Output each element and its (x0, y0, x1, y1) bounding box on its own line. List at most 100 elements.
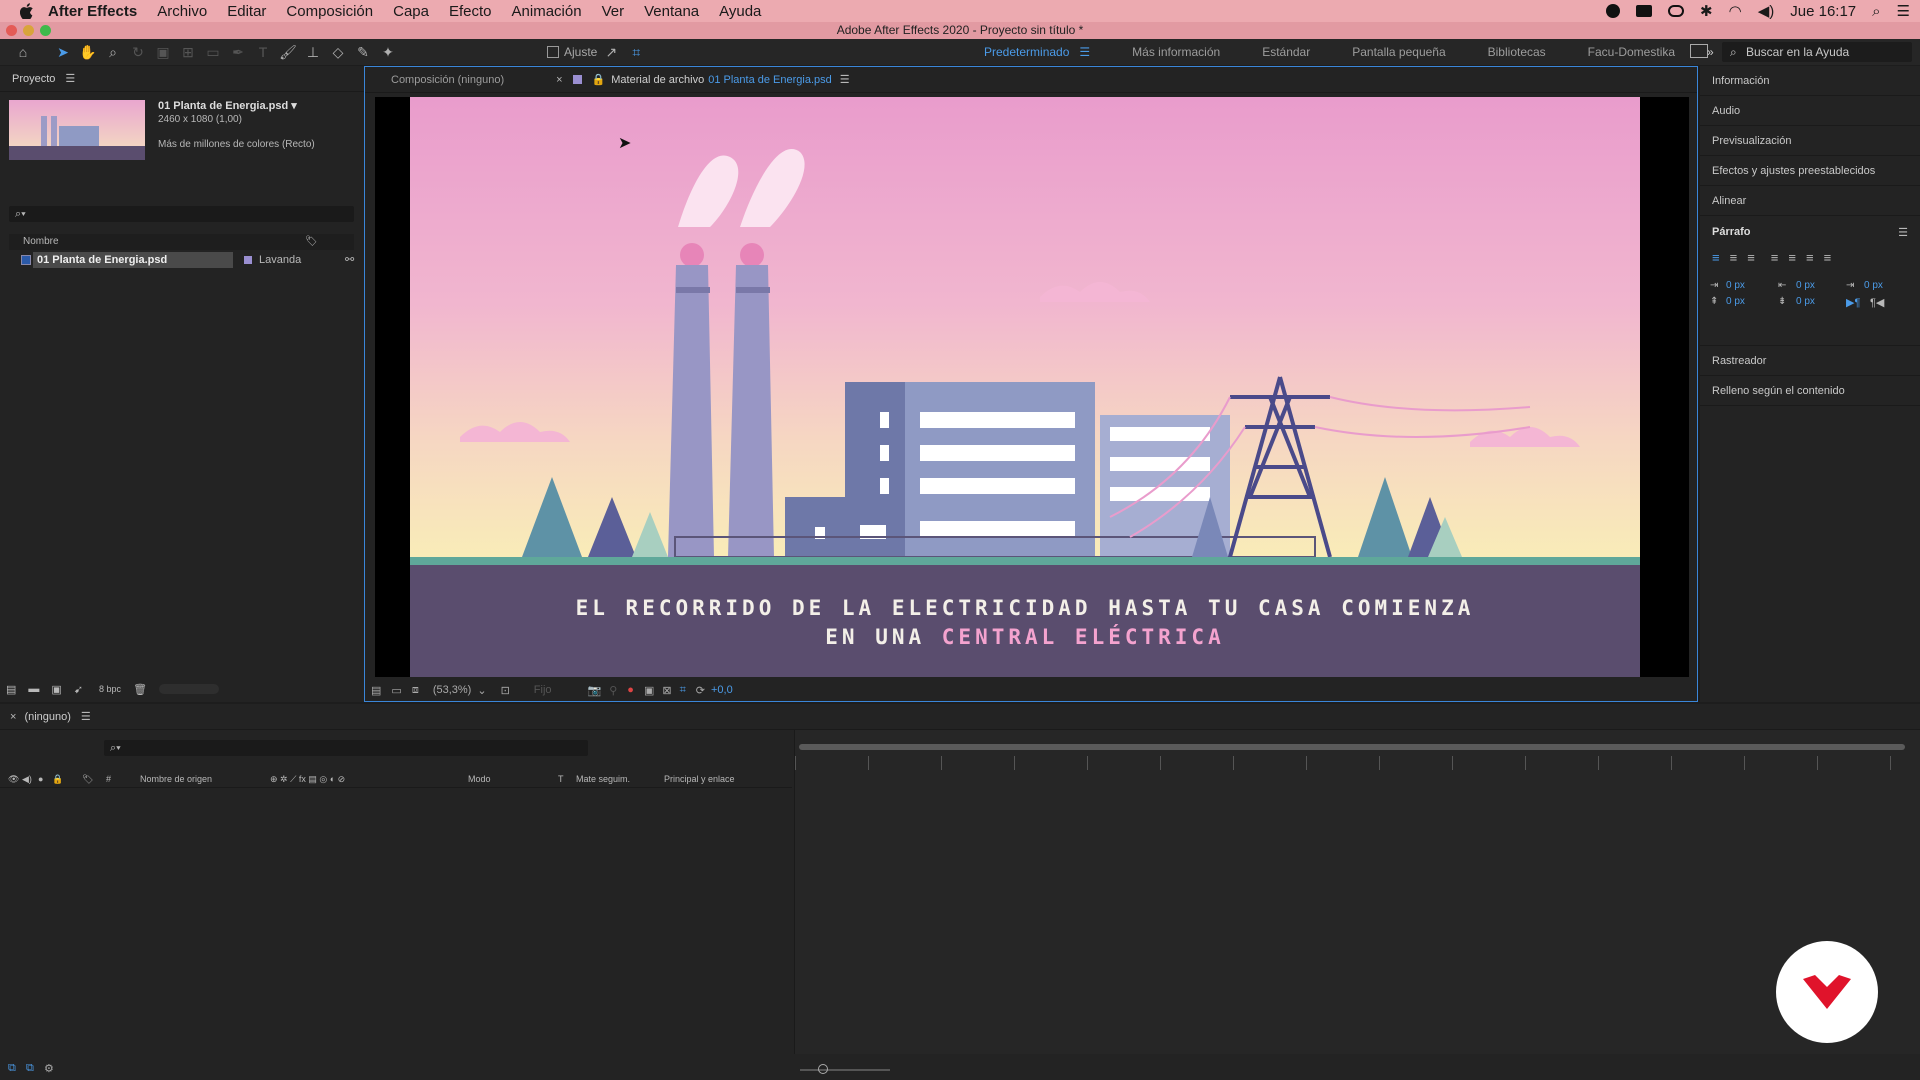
switches-icons[interactable]: ⊕ ✲ ⟋ fx ▤ ◎ ◐ ⊘ (270, 770, 345, 788)
workspace-mas-informacion[interactable]: Más información (1132, 45, 1220, 59)
clone-stamp-tool-icon[interactable]: ⊥ (302, 41, 324, 63)
panel-audio[interactable]: Audio (1700, 96, 1920, 126)
space-before-field[interactable]: 0 px (1726, 296, 1745, 307)
home-icon[interactable]: ⌂ (12, 41, 34, 63)
clock[interactable]: Jue 16:17 (1790, 3, 1856, 20)
panel-toggle-icon[interactable] (1690, 44, 1708, 58)
trash-icon[interactable]: 🗑 (133, 683, 147, 696)
search-icon[interactable]: ⌕ (1872, 3, 1880, 20)
menu-ver[interactable]: Ver (602, 3, 625, 20)
more-workspaces-icon[interactable]: » (1707, 45, 1714, 59)
panel-informacion[interactable]: Información (1700, 66, 1920, 96)
footage-lock-icon[interactable] (572, 75, 582, 84)
minimize-window-button[interactable] (23, 25, 34, 36)
tab-footage-prefix[interactable]: Material de archivo (611, 74, 704, 86)
hand-tool-icon[interactable]: ✋ (77, 41, 99, 63)
apple-icon[interactable] (18, 2, 36, 20)
workspace-facu-domestika[interactable]: Facu-Domestika (1588, 45, 1675, 59)
panel-relleno[interactable]: Relleno según el contenido (1700, 376, 1920, 406)
project-row[interactable]: 01 Planta de Energia.psd Lavanda ⚯ (9, 252, 354, 268)
reset-exposure-icon[interactable]: ⟳ (696, 684, 705, 697)
menu-efecto[interactable]: Efecto (449, 3, 492, 20)
column-track-matte[interactable]: Mate seguim. (576, 770, 630, 788)
tab-footage-name[interactable]: 01 Planta de Energia.psd (708, 74, 832, 86)
thumbnail-size-slider[interactable] (159, 684, 220, 694)
new-composition-icon[interactable]: ▣ (51, 683, 61, 696)
work-area-bar[interactable] (799, 744, 1905, 750)
volume-icon[interactable]: ◀) (1758, 2, 1775, 20)
lock-icon[interactable]: 🔒 (52, 770, 63, 788)
transfer-controls-toggle-icon[interactable]: ⧉ (26, 1062, 34, 1075)
align-left-icon[interactable]: ≡ (1712, 250, 1720, 265)
rectangle-tool-icon[interactable]: ▭ (202, 41, 224, 63)
type-tool-icon[interactable]: T (252, 41, 274, 63)
bpc-label[interactable]: 8 bpc (99, 684, 121, 694)
workspace-predeterminado[interactable]: Predeterminado (984, 45, 1069, 59)
always-preview-icon[interactable]: ▤ (371, 684, 381, 697)
menu-capa[interactable]: Capa (393, 3, 429, 20)
wifi-icon[interactable]: ◠ (1729, 2, 1742, 20)
snapshot-icon[interactable]: 📷 (588, 684, 602, 697)
panel-menu-icon[interactable]: ☰ (1898, 226, 1908, 239)
channels-icon[interactable]: ● (627, 684, 634, 696)
zoom-dropdown[interactable]: (53,3%) (433, 684, 472, 696)
chevron-down-icon[interactable]: ⌄ (477, 684, 486, 697)
snap-checkbox[interactable] (547, 46, 559, 58)
menu-archivo[interactable]: Archivo (157, 3, 207, 20)
close-icon[interactable]: × (556, 74, 562, 86)
eye-icon[interactable]: 👁 (8, 770, 19, 788)
bluetooth-icon[interactable]: ✱ (1700, 2, 1713, 20)
space-after-field[interactable]: 0 px (1796, 296, 1815, 307)
label-column-icon[interactable]: 🏷 (305, 234, 318, 250)
resolution-dropdown[interactable]: Fijo (534, 684, 552, 696)
align-right-icon[interactable]: ≡ (1747, 250, 1755, 265)
record-icon[interactable] (1606, 4, 1621, 18)
roto-brush-tool-icon[interactable]: ✎ (352, 41, 374, 63)
rotate-tool-icon[interactable]: ↻ (127, 41, 149, 63)
app-menu[interactable]: After Effects (48, 3, 137, 20)
pan-behind-tool-icon[interactable]: ⊞ (177, 41, 199, 63)
zoom-tool-icon[interactable]: ⌕ (102, 41, 124, 63)
crop-icon[interactable]: ⌗ (680, 684, 686, 697)
ltr-icon[interactable]: ▶¶ (1846, 296, 1860, 309)
timeline-tab[interactable]: (ninguno) (24, 711, 70, 723)
indent-first-field[interactable]: 0 px (1864, 280, 1883, 291)
timeline-zoom-slider[interactable] (800, 1069, 890, 1071)
audio-icon[interactable]: ◀) (22, 770, 32, 788)
monitor-icon[interactable]: ▭ (391, 684, 401, 697)
tab-composition[interactable]: Composición (ninguno) (391, 74, 504, 86)
justify-center-icon[interactable]: ≡ (1788, 250, 1796, 265)
time-ruler[interactable] (795, 756, 1920, 770)
show-snapshot-icon[interactable]: ⚲ (609, 684, 617, 697)
exposure-value[interactable]: +0,0 (711, 684, 733, 696)
timeline-zoom-handle[interactable] (818, 1064, 828, 1074)
stretch-toggle-icon[interactable]: ⚙ (44, 1062, 54, 1075)
column-t[interactable]: T (558, 770, 564, 788)
align-center-icon[interactable]: ≡ (1730, 250, 1738, 265)
mask-icon[interactable]: ⧈ (412, 684, 419, 697)
project-panel-title[interactable]: Proyecto (12, 73, 55, 85)
brush-tool-icon[interactable]: 🖌 (277, 41, 299, 63)
panel-efectos[interactable]: Efectos y ajustes preestablecidos (1700, 156, 1920, 186)
creative-cloud-icon[interactable] (1668, 5, 1685, 17)
justify-left-icon[interactable]: ≡ (1771, 250, 1779, 265)
snap-feature-icon[interactable]: ⌗ (625, 41, 647, 63)
solo-icon[interactable]: ● (38, 770, 43, 788)
zoom-window-button[interactable] (40, 25, 51, 36)
label-color-swatch[interactable] (244, 256, 252, 264)
rtl-icon[interactable]: ¶◀ (1870, 296, 1884, 309)
panel-menu-icon[interactable]: ☰ (840, 73, 850, 86)
timeline-search-input[interactable]: ⌕▾ (104, 740, 588, 756)
render-icon[interactable]: ➹ (74, 683, 83, 696)
lock-icon[interactable]: 🔒 (592, 73, 606, 86)
justify-all-icon[interactable]: ≡ (1824, 250, 1832, 265)
column-source-name[interactable]: Nombre de origen (140, 770, 212, 788)
puppet-tool-icon[interactable]: ✦ (377, 41, 399, 63)
transparency-grid-icon[interactable]: ⊠ (662, 684, 671, 697)
column-nombre[interactable]: Nombre (23, 236, 59, 247)
panel-alinear[interactable]: Alinear (1700, 186, 1920, 216)
eraser-tool-icon[interactable]: ◇ (327, 41, 349, 63)
layer-switches-toggle-icon[interactable]: ⧉ (8, 1062, 16, 1075)
menu-editar[interactable]: Editar (227, 3, 266, 20)
column-mode[interactable]: Modo (468, 770, 491, 788)
